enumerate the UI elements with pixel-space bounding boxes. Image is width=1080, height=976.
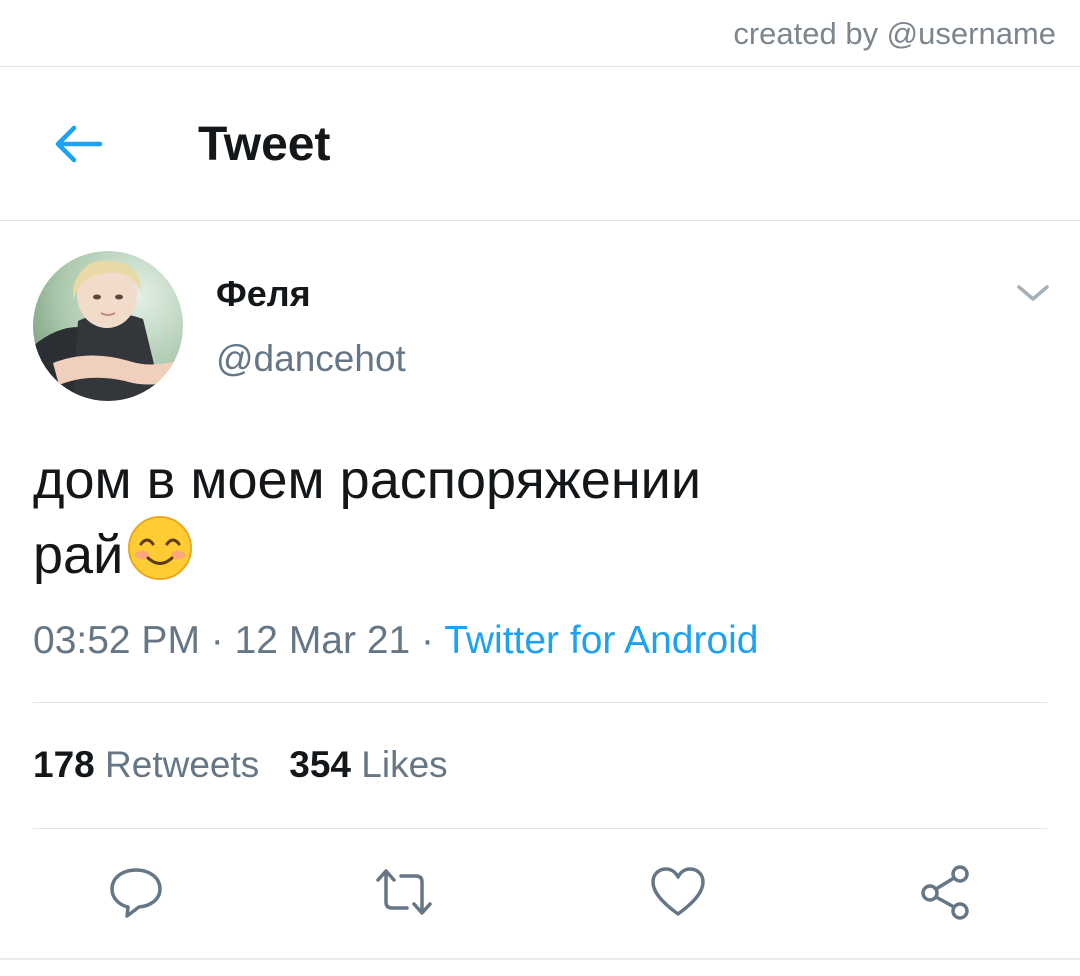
page-title: Tweet — [198, 118, 331, 171]
divider — [33, 828, 1047, 829]
share-icon — [921, 865, 969, 920]
display-name[interactable]: Феля — [216, 273, 311, 315]
like-button[interactable] — [648, 862, 708, 922]
arrow-left-icon — [55, 125, 103, 163]
likes-label: Likes — [361, 744, 448, 785]
retweet-button[interactable] — [374, 862, 434, 922]
chevron-down-icon — [1017, 285, 1049, 301]
tweet-header: Tweet — [0, 67, 1080, 221]
user-handle[interactable]: @dancehot — [216, 338, 406, 380]
smiling-face-emoji-icon — [126, 514, 194, 582]
reply-button[interactable] — [106, 862, 166, 922]
watermark-text: created by @username — [733, 16, 1056, 51]
meta-separator: · — [199, 619, 235, 662]
tweet-time: 03:52 PM — [33, 619, 200, 662]
tweet-text-line-1: дом в моем распоряжении — [33, 450, 701, 510]
back-button[interactable] — [48, 120, 106, 168]
retweet-icon — [376, 869, 432, 915]
tweet-stats: 178 Retweets 354 Likes — [33, 744, 448, 786]
retweets-label: Retweets — [105, 744, 260, 785]
tweet-date: 12 Mar 21 — [234, 619, 411, 662]
share-button[interactable] — [916, 862, 976, 922]
tweet-text-word: рай — [33, 525, 124, 585]
tweet-meta: 03:52 PM · 12 Mar 21 · Twitter for Andro… — [33, 619, 759, 663]
likes-count: 354 — [289, 744, 351, 785]
meta-separator: · — [410, 619, 445, 662]
tweet-text-line-2: рай — [33, 514, 1013, 589]
watermark-bar: created by @username — [0, 0, 1080, 67]
bottom-divider — [0, 958, 1080, 960]
retweets-stat[interactable]: 178 Retweets — [33, 744, 259, 785]
reply-icon — [110, 868, 162, 918]
divider — [33, 702, 1047, 703]
retweets-count: 178 — [33, 744, 95, 785]
more-options-button[interactable] — [1014, 280, 1052, 306]
heart-icon — [651, 867, 705, 916]
tweet-source-link[interactable]: Twitter for Android — [444, 619, 758, 662]
likes-stat[interactable]: 354 Likes — [289, 744, 447, 785]
avatar[interactable] — [33, 251, 183, 401]
tweet-text: дом в моем распоряжении рай — [33, 446, 1013, 589]
